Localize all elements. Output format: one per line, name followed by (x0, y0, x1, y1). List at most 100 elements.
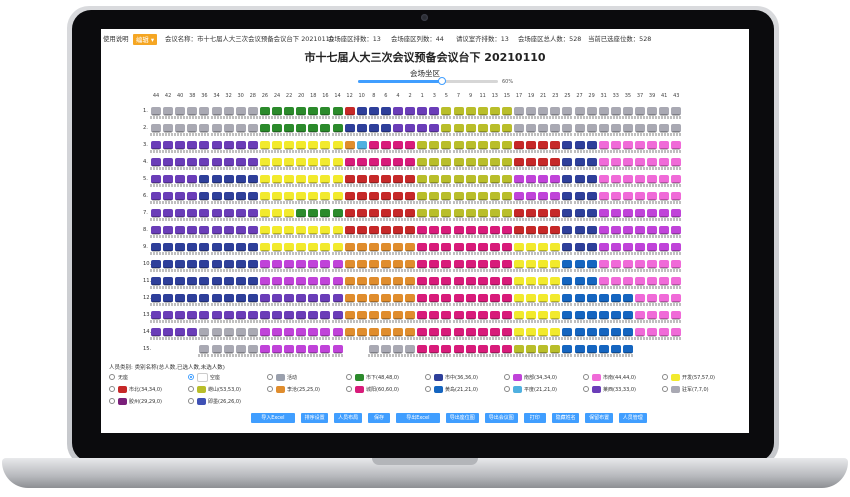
seat[interactable] (610, 277, 621, 286)
seat[interactable] (380, 226, 391, 235)
seat[interactable] (405, 345, 416, 354)
seat[interactable] (284, 124, 295, 133)
seat[interactable] (501, 226, 512, 235)
legend-radio[interactable] (188, 374, 194, 380)
seat[interactable] (647, 328, 658, 337)
seat[interactable] (538, 328, 549, 337)
seat[interactable] (151, 311, 161, 320)
seat[interactable] (320, 294, 331, 303)
seat[interactable] (441, 345, 452, 354)
seat[interactable] (393, 226, 403, 235)
seat[interactable] (235, 260, 246, 269)
seat[interactable] (368, 294, 379, 303)
seat[interactable] (635, 209, 645, 218)
seat[interactable] (647, 175, 658, 184)
seat[interactable] (199, 124, 210, 133)
seat[interactable] (622, 311, 633, 320)
seat[interactable] (489, 328, 500, 337)
seat[interactable] (441, 311, 452, 320)
seat[interactable] (332, 226, 343, 235)
seat[interactable] (550, 124, 561, 133)
legend-item[interactable]: 胶州(29,29,0) (109, 396, 162, 406)
seat[interactable] (635, 243, 645, 252)
seat[interactable] (586, 294, 597, 303)
seat[interactable] (199, 277, 210, 286)
seat[interactable] (199, 226, 210, 235)
seat[interactable] (562, 124, 573, 133)
seat[interactable] (635, 260, 645, 269)
seat[interactable] (526, 311, 537, 320)
seat[interactable] (223, 345, 234, 354)
seat[interactable] (368, 141, 379, 150)
seat[interactable] (344, 311, 355, 320)
seat[interactable] (272, 158, 282, 167)
seat[interactable] (393, 124, 403, 133)
legend-item[interactable]: 驻军(7,7,0) (662, 384, 709, 394)
seat[interactable] (151, 294, 161, 303)
seat[interactable] (501, 328, 512, 337)
seat[interactable] (586, 260, 597, 269)
seat[interactable] (405, 209, 416, 218)
legend-radio[interactable] (188, 398, 194, 404)
seat[interactable] (284, 107, 295, 116)
seat[interactable] (163, 175, 174, 184)
seat[interactable] (235, 277, 246, 286)
seat[interactable] (501, 124, 512, 133)
seat[interactable] (598, 294, 609, 303)
seat[interactable] (429, 141, 440, 150)
seat[interactable] (429, 107, 440, 116)
seat[interactable] (514, 209, 524, 218)
seat[interactable] (187, 294, 198, 303)
seat[interactable] (223, 175, 234, 184)
seat[interactable] (405, 328, 416, 337)
seat[interactable] (211, 141, 222, 150)
seat[interactable] (405, 158, 416, 167)
seat[interactable] (211, 311, 222, 320)
seat[interactable] (562, 107, 573, 116)
seat[interactable] (284, 243, 295, 252)
seat[interactable] (659, 158, 670, 167)
seat[interactable] (223, 260, 234, 269)
seat[interactable] (284, 294, 295, 303)
seat[interactable] (671, 277, 682, 286)
seat[interactable] (356, 294, 367, 303)
seat[interactable] (259, 311, 270, 320)
seat[interactable] (151, 158, 161, 167)
seat[interactable] (671, 328, 682, 337)
seat[interactable] (465, 277, 476, 286)
seat[interactable] (550, 192, 561, 201)
seat[interactable] (538, 175, 549, 184)
seat[interactable] (344, 260, 355, 269)
seat[interactable] (538, 243, 549, 252)
seat[interactable] (151, 107, 161, 116)
seat[interactable] (598, 311, 609, 320)
seat[interactable] (417, 328, 428, 337)
seat[interactable] (235, 345, 246, 354)
seat[interactable] (247, 260, 258, 269)
seat[interactable] (671, 175, 682, 184)
seat[interactable] (417, 158, 428, 167)
seat[interactable] (489, 175, 500, 184)
seat[interactable] (574, 158, 585, 167)
seat[interactable] (659, 226, 670, 235)
seat[interactable] (211, 294, 222, 303)
seat[interactable] (284, 345, 295, 354)
seat[interactable] (223, 158, 234, 167)
seat[interactable] (380, 311, 391, 320)
seat[interactable] (393, 277, 403, 286)
seat[interactable] (344, 158, 355, 167)
seat[interactable] (296, 260, 307, 269)
seat[interactable] (356, 175, 367, 184)
seat[interactable] (477, 158, 488, 167)
seat[interactable] (635, 175, 645, 184)
seat[interactable] (489, 277, 500, 286)
seat[interactable] (635, 141, 645, 150)
legend-item[interactable]: 空座 (188, 372, 220, 382)
seat[interactable] (284, 260, 295, 269)
seat[interactable] (453, 226, 464, 235)
seat[interactable] (526, 192, 537, 201)
seat[interactable] (574, 311, 585, 320)
seat[interactable] (586, 141, 597, 150)
seat[interactable] (574, 294, 585, 303)
seat[interactable] (610, 175, 621, 184)
